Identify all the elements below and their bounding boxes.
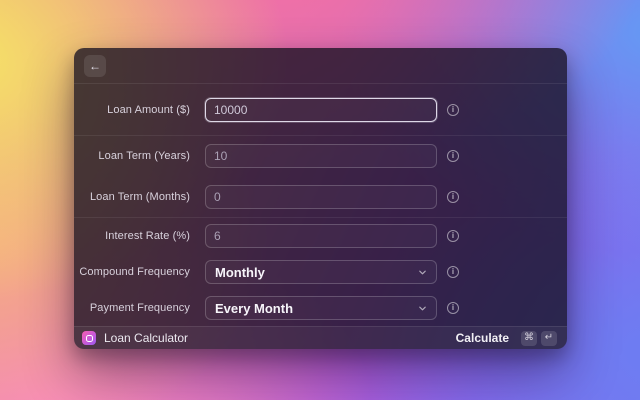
info-glyph: i [451, 151, 455, 161]
payment-frequency-select[interactable]: Every Month [205, 296, 437, 320]
app-icon-glyph [85, 334, 93, 342]
info-icon[interactable]: i [447, 230, 459, 242]
form-row-term-months: Loan Term (Months) i [74, 177, 567, 218]
payment-frequency-label: Payment Frequency [89, 302, 190, 314]
info-glyph: i [451, 231, 455, 240]
app-name-label: Loan Calculator [104, 331, 189, 345]
form-row-loan-amount: Loan Amount ($) i [74, 84, 567, 135]
footer-actions: Calculate ⌘ ↵ [456, 330, 557, 346]
form-section-amount: Loan Amount ($) i [74, 84, 567, 136]
back-button[interactable]: ← [84, 54, 106, 77]
select-value: Every Month [215, 300, 294, 316]
compound-frequency-select[interactable]: Monthly [205, 260, 437, 284]
info-icon[interactable]: i [447, 150, 459, 163]
chevron-down-icon [418, 304, 427, 313]
window-header: ← [74, 48, 567, 84]
interest-rate-input[interactable] [205, 224, 437, 248]
info-glyph: i [451, 191, 455, 201]
cmd-key-icon: ⌘ [521, 330, 537, 346]
back-arrow-icon: ← [89, 58, 101, 73]
calculate-button[interactable]: Calculate [456, 331, 509, 345]
info-icon[interactable]: i [447, 103, 459, 116]
form-row-compound-frequency: Compound Frequency Monthly i [74, 254, 567, 290]
loan-term-months-label: Loan Term (Months) [89, 190, 190, 203]
window-footer: Loan Calculator Calculate ⌘ ↵ [74, 326, 567, 349]
info-icon[interactable]: i [447, 266, 459, 278]
form-row-term-years: Loan Term (Years) i [74, 136, 567, 177]
desktop-background: ← Loan Amount ($) i Loan Term (Years) i … [0, 0, 640, 400]
info-icon[interactable]: i [447, 302, 459, 314]
chevron-down-icon [418, 268, 427, 277]
form-row-interest-rate: Interest Rate (%) i [74, 218, 567, 254]
loan-calculator-app-icon [82, 331, 96, 345]
compound-frequency-label: Compound Frequency [79, 266, 190, 278]
form-section-rate-frequency: Interest Rate (%) i Compound Frequency M… [74, 218, 567, 326]
enter-key-icon: ↵ [541, 330, 557, 346]
form-section-term: Loan Term (Years) i Loan Term (Months) i [74, 136, 567, 218]
info-glyph: i [451, 303, 455, 312]
loan-amount-input[interactable] [205, 97, 437, 122]
loan-term-months-input[interactable] [205, 184, 437, 209]
select-value: Monthly [215, 264, 265, 280]
interest-rate-label: Interest Rate (%) [105, 230, 190, 242]
info-glyph: i [451, 267, 455, 276]
info-icon[interactable]: i [447, 190, 459, 203]
info-glyph: i [451, 104, 455, 114]
loan-term-years-label: Loan Term (Years) [98, 150, 190, 163]
footer-app-identity: Loan Calculator [82, 331, 188, 345]
loan-term-years-input[interactable] [205, 144, 437, 169]
form-row-payment-frequency: Payment Frequency Every Month i [74, 290, 567, 326]
loan-calculator-window: ← Loan Amount ($) i Loan Term (Years) i … [74, 48, 567, 349]
loan-amount-label: Loan Amount ($) [107, 103, 190, 116]
